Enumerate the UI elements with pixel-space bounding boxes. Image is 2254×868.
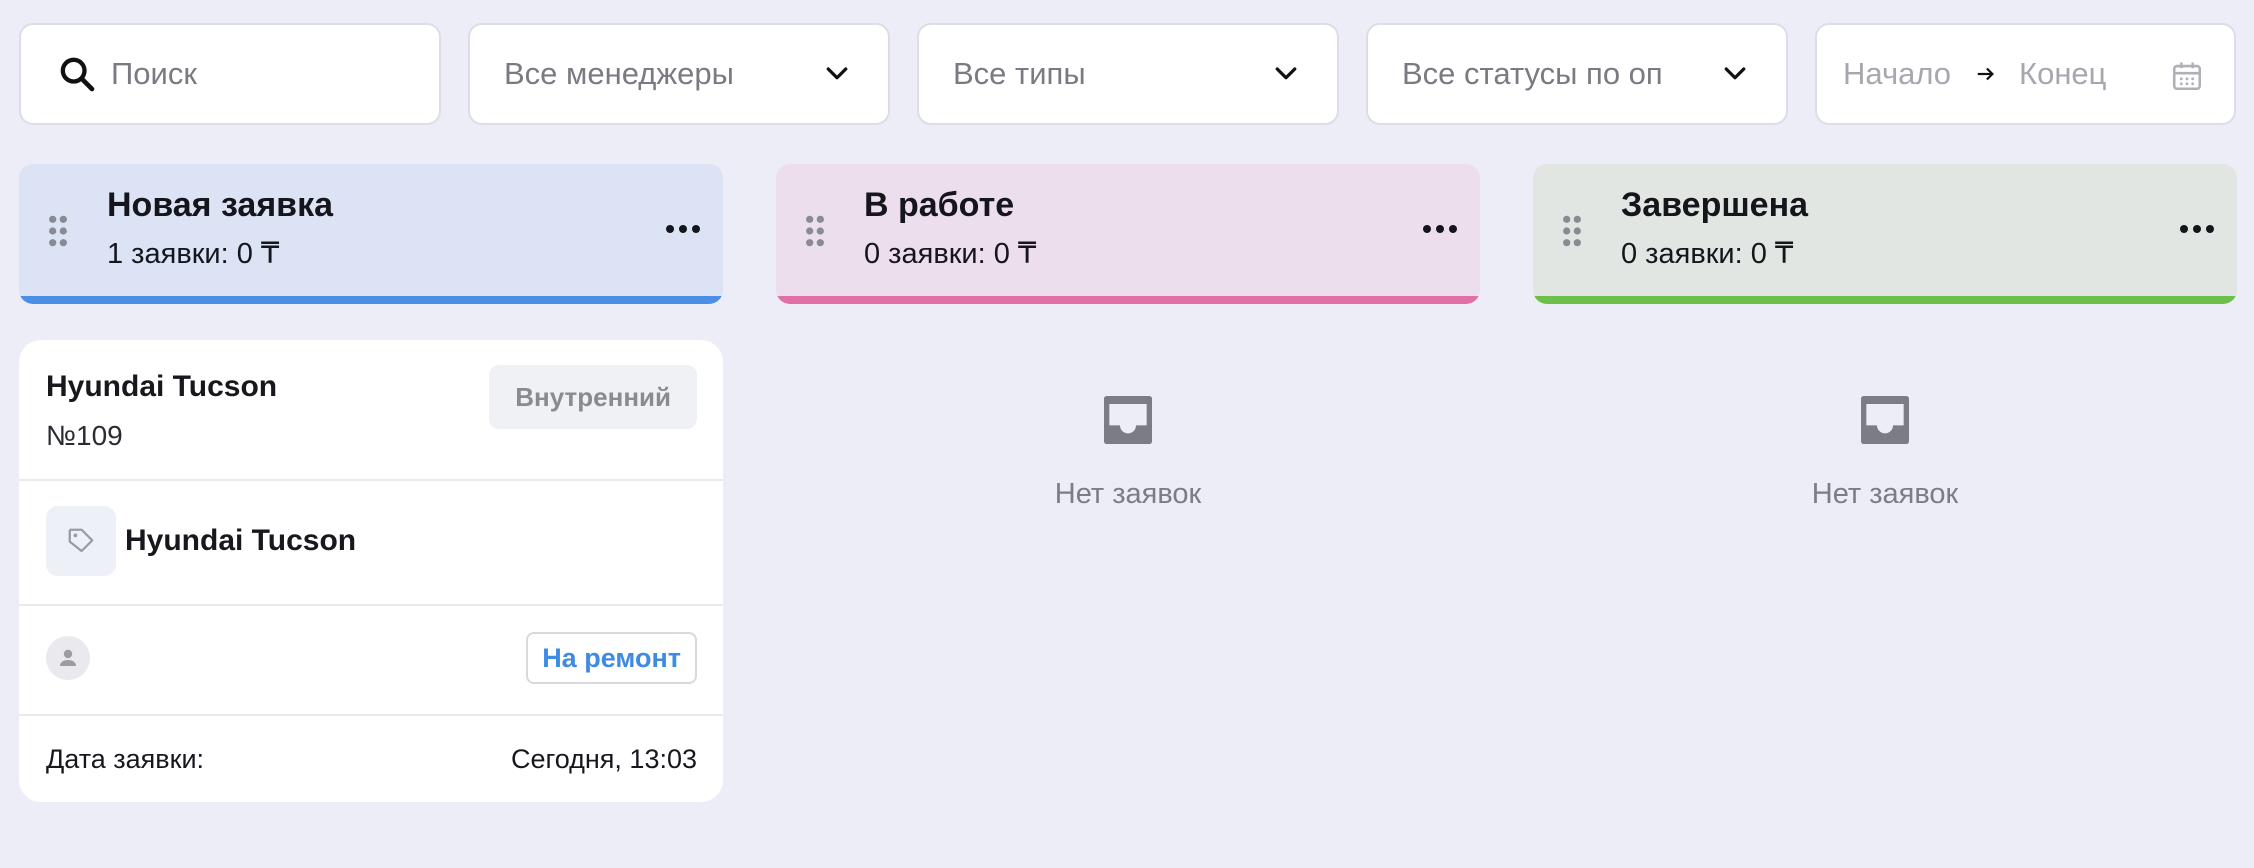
drag-handle-icon[interactable] xyxy=(804,214,826,248)
user-icon xyxy=(60,649,76,666)
type-badge: Внутренний xyxy=(489,365,697,429)
search-icon xyxy=(60,57,95,92)
date-label: Дата заявки: xyxy=(46,744,205,774)
inbox-icon xyxy=(1861,396,1909,444)
more-icon[interactable] xyxy=(665,222,701,236)
avatar[interactable] xyxy=(46,636,90,680)
card-divider xyxy=(19,479,723,481)
chevron-down-icon xyxy=(1275,67,1297,80)
car-model: Hyundai Tucson xyxy=(125,524,357,557)
date-start-input[interactable]: Начало xyxy=(1843,56,1951,92)
more-icon[interactable] xyxy=(1422,222,1458,236)
tag-icon-box xyxy=(46,506,116,576)
date-value: Сегодня, 13:03 xyxy=(510,744,697,774)
inbox-icon xyxy=(1104,396,1152,444)
statuses-select-value: Все статусы по оп xyxy=(1402,56,1663,91)
card-divider xyxy=(19,714,723,716)
types-select[interactable]: Все типы xyxy=(917,23,1339,125)
column-accent-bar xyxy=(776,296,1480,304)
empty-state-completed: Нет заявок xyxy=(1533,388,2237,511)
card-title: Hyundai Tucson xyxy=(46,370,278,403)
drag-handle-icon[interactable] xyxy=(47,214,69,248)
date-range-picker[interactable]: Начало Конец xyxy=(1815,23,2236,125)
card-number: №109 xyxy=(46,420,123,451)
more-icon[interactable] xyxy=(2179,222,2215,236)
managers-select-value: Все менеджеры xyxy=(504,56,734,91)
statuses-select[interactable]: Все статусы по оп xyxy=(1366,23,1788,125)
to-repair-button[interactable]: На ремонт xyxy=(526,632,697,684)
empty-text: Нет заявок xyxy=(1054,478,1202,510)
column-summary: 0 заявки: 0 ₸ xyxy=(1621,238,1794,270)
column-accent-bar xyxy=(19,296,723,304)
calendar-icon[interactable] xyxy=(2170,59,2204,93)
drag-handle-icon[interactable] xyxy=(1561,214,1583,248)
column-title: Новая заявка xyxy=(107,186,333,224)
empty-state-in-progress: Нет заявок xyxy=(776,388,1480,511)
column-header-completed: Завершена 0 заявки: 0 ₸ xyxy=(1533,164,2237,304)
column-title: Завершена xyxy=(1621,186,1809,224)
column-header-new: Новая заявка 1 заявки: 0 ₸ xyxy=(19,164,723,304)
column-accent-bar xyxy=(1533,296,2237,304)
search-placeholder: Поиск xyxy=(111,56,197,91)
column-header-in-progress: В работе 0 заявки: 0 ₸ xyxy=(776,164,1480,304)
search-input[interactable]: Поиск xyxy=(19,23,441,125)
managers-select[interactable]: Все менеджеры xyxy=(468,23,890,125)
card-divider xyxy=(19,604,723,606)
chevron-down-icon xyxy=(826,67,848,80)
tag-icon xyxy=(68,528,94,553)
chevron-down-icon xyxy=(1724,67,1746,80)
types-select-value: Все типы xyxy=(953,56,1086,91)
column-summary: 0 заявки: 0 ₸ xyxy=(864,238,1037,270)
arrow-right-icon xyxy=(1977,67,1994,81)
request-card[interactable]: Hyundai Tucson №109 Внутренний Hyundai T… xyxy=(19,340,723,802)
column-summary: 1 заявки: 0 ₸ xyxy=(107,238,280,270)
date-end-input[interactable]: Конец xyxy=(2019,56,2106,92)
empty-text: Нет заявок xyxy=(1811,478,1959,510)
column-title: В работе xyxy=(864,186,1015,224)
